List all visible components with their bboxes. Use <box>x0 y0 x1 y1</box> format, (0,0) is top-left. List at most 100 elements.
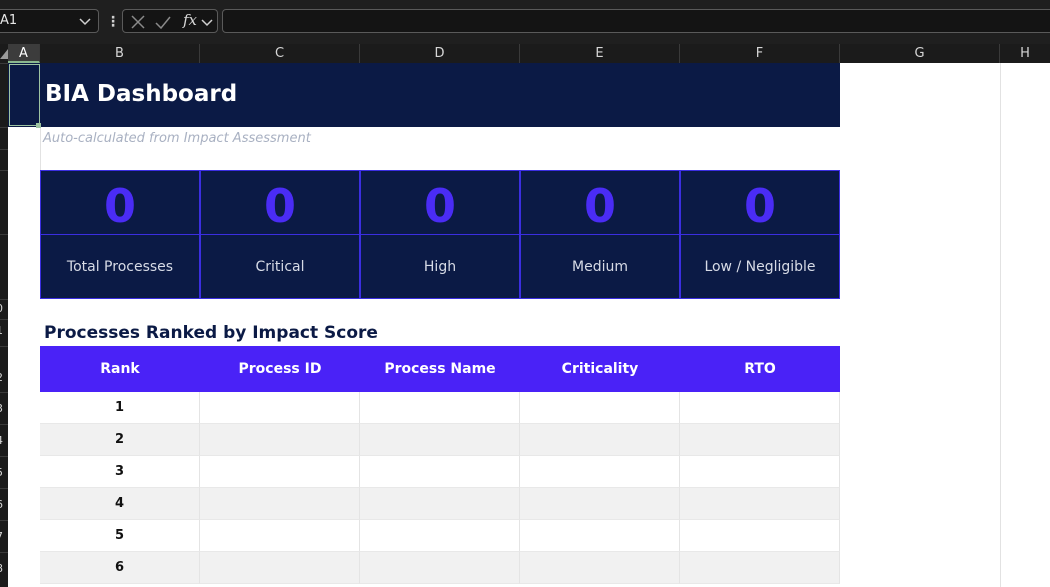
rank-cell[interactable]: 2 <box>40 424 200 456</box>
rank-cell[interactable]: 4 <box>40 488 200 520</box>
row-header[interactable] <box>0 149 8 171</box>
column-header-d[interactable]: D <box>360 44 520 63</box>
row-header[interactable] <box>0 127 8 150</box>
criticality-cell[interactable] <box>520 456 680 488</box>
criticality-cell[interactable] <box>520 424 680 456</box>
row-header[interactable]: 2 <box>0 346 8 393</box>
row-header[interactable]: 7 <box>0 520 8 553</box>
row-header[interactable] <box>0 63 8 128</box>
process-name-cell[interactable] <box>360 520 520 552</box>
kpi-label: Low / Negligible <box>704 259 816 275</box>
select-all-icon[interactable] <box>0 49 8 59</box>
row-header[interactable]: 6 <box>0 488 8 521</box>
table-row: 5 <box>40 520 840 552</box>
kpi-card-total-processes: 0 Total Processes <box>40 170 200 299</box>
process-id-cell[interactable] <box>200 392 360 424</box>
row-header-label: 6 <box>0 498 3 511</box>
process-name-cell[interactable] <box>360 392 520 424</box>
rank-cell[interactable]: 6 <box>40 552 200 584</box>
process-name-cell[interactable] <box>360 456 520 488</box>
rank-cell[interactable]: 1 <box>40 392 200 424</box>
kpi-value: 0 <box>583 179 616 233</box>
table-row: 3 <box>40 456 840 488</box>
row-header[interactable] <box>0 170 8 235</box>
column-heading-rank[interactable]: Rank <box>40 346 200 392</box>
criticality-cell[interactable] <box>520 520 680 552</box>
process-name-cell[interactable] <box>360 552 520 584</box>
process-name-cell[interactable] <box>360 424 520 456</box>
table-row: 2 <box>40 424 840 456</box>
row-header[interactable]: 3 <box>0 392 8 425</box>
column-header-g[interactable]: G <box>840 44 1000 63</box>
insert-function-icon[interactable]: fx <box>183 11 197 29</box>
kpi-value: 0 <box>423 179 456 233</box>
row-header[interactable]: 5 <box>0 456 8 489</box>
kpi-divider <box>41 234 199 235</box>
cancel-icon[interactable] <box>129 13 147 31</box>
fill-handle[interactable] <box>36 123 41 128</box>
select-all-corner[interactable] <box>0 44 8 63</box>
gridline <box>1000 63 1001 587</box>
formula-input[interactable] <box>222 9 1050 33</box>
name-box-value: A1 <box>0 13 18 28</box>
active-cell-selection[interactable] <box>9 64 40 126</box>
row-header[interactable]: 1 <box>0 319 8 347</box>
process-id-cell[interactable] <box>200 424 360 456</box>
dashboard-title: BIA Dashboard <box>45 81 238 107</box>
chevron-down-icon[interactable] <box>200 13 214 31</box>
row-headers: 0 1 2 3 4 5 6 7 8 <box>0 63 8 587</box>
table-row: 4 <box>40 488 840 520</box>
row-header-label: 1 <box>0 324 3 337</box>
more-options-icon[interactable]: ⋮ <box>106 12 120 32</box>
column-header-e[interactable]: E <box>520 44 680 63</box>
row-header[interactable] <box>0 234 8 300</box>
kpi-value: 0 <box>263 179 296 233</box>
column-heading-rto[interactable]: RTO <box>680 346 840 392</box>
process-id-cell[interactable] <box>200 488 360 520</box>
column-header-c[interactable]: C <box>200 44 360 63</box>
criticality-cell[interactable] <box>520 488 680 520</box>
row-header[interactable]: 8 <box>0 552 8 587</box>
row-header[interactable]: 0 <box>0 299 8 320</box>
kpi-value: 0 <box>743 179 776 233</box>
kpi-card-critical: 0 Critical <box>200 170 360 299</box>
column-heading-process-id[interactable]: Process ID <box>200 346 360 392</box>
column-header-a[interactable]: A <box>8 44 40 63</box>
process-id-cell[interactable] <box>200 552 360 584</box>
rto-cell[interactable] <box>680 392 840 424</box>
name-box[interactable]: A1 <box>0 9 99 33</box>
column-heading-process-name[interactable]: Process Name <box>360 346 520 392</box>
row-header[interactable]: 4 <box>0 424 8 457</box>
kpi-label: Critical <box>255 259 305 275</box>
row-header-label: 2 <box>0 371 3 384</box>
rank-cell[interactable]: 3 <box>40 456 200 488</box>
table-row: 1 <box>40 392 840 424</box>
kpi-card-low-negligible: 0 Low / Negligible <box>680 170 840 299</box>
formula-bar: A1 ⋮ fx <box>0 0 1050 45</box>
criticality-cell[interactable] <box>520 552 680 584</box>
formula-buttons: fx <box>122 9 218 33</box>
worksheet-grid[interactable]: BIA Dashboard Auto-calculated from Impac… <box>8 63 1050 587</box>
column-header-f[interactable]: F <box>680 44 840 63</box>
process-id-cell[interactable] <box>200 456 360 488</box>
process-name-cell[interactable] <box>360 488 520 520</box>
process-id-cell[interactable] <box>200 520 360 552</box>
dashboard-title-band: BIA Dashboard <box>8 63 840 127</box>
column-headers: A B C D E F G H <box>0 44 1050 63</box>
kpi-divider <box>521 234 679 235</box>
criticality-cell[interactable] <box>520 392 680 424</box>
rto-cell[interactable] <box>680 520 840 552</box>
chevron-down-icon[interactable] <box>78 12 92 30</box>
column-header-b[interactable]: B <box>40 44 200 63</box>
rto-cell[interactable] <box>680 424 840 456</box>
row-header-label: 5 <box>0 466 3 479</box>
column-heading-criticality[interactable]: Criticality <box>520 346 680 392</box>
kpi-label: Medium <box>572 259 628 275</box>
rto-cell[interactable] <box>680 456 840 488</box>
rto-cell[interactable] <box>680 552 840 584</box>
column-header-h[interactable]: H <box>1000 44 1050 63</box>
enter-check-icon[interactable] <box>154 13 172 31</box>
rto-cell[interactable] <box>680 488 840 520</box>
rank-cell[interactable]: 5 <box>40 520 200 552</box>
row-header-label: 0 <box>0 302 3 315</box>
